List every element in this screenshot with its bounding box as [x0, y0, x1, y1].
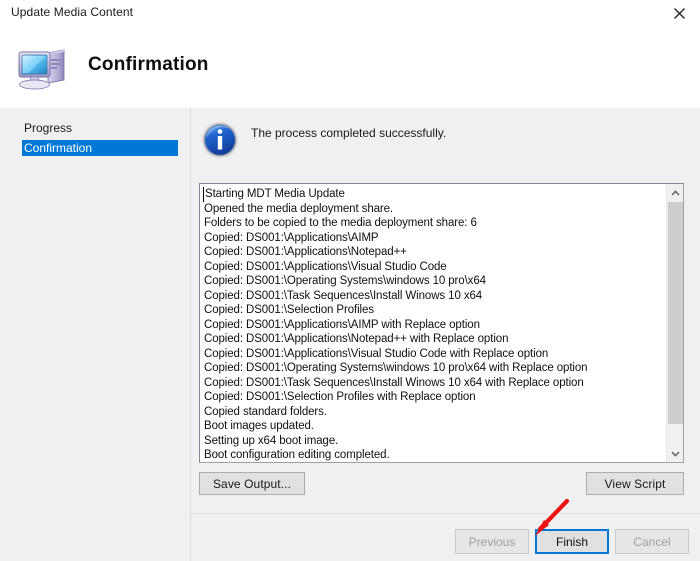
close-icon[interactable]	[658, 0, 700, 27]
previous-label: Previous	[468, 534, 516, 549]
sidebar-item-label: Progress	[24, 121, 73, 135]
save-output-button[interactable]: Save Output...	[199, 472, 305, 495]
chevron-up-icon	[670, 189, 680, 196]
window-title: Update Media Content	[11, 5, 134, 19]
log-line: Copied: DS001:\Selection Profiles	[204, 304, 374, 316]
view-script-button[interactable]: View Script	[586, 472, 684, 495]
save-output-label: Save Output...	[212, 476, 292, 491]
log-line: Copied: DS001:\Applications\AIMP with Re…	[204, 318, 480, 331]
log-line: Copied: DS001:\Applications\Notepad++	[204, 246, 407, 258]
update-media-content-dialog: Update Media Content Confirmation Progre…	[0, 0, 700, 561]
log-line: Boot images updated.	[204, 420, 314, 432]
footer-divider	[191, 513, 700, 514]
log-line: Copied: DS001:\Task Sequences\Install Wi…	[204, 376, 584, 389]
log-line: Copied: DS001:\Operating Systems\windows…	[204, 275, 486, 287]
info-icon	[201, 121, 239, 159]
log-line: Setting up x64 boot image.	[204, 434, 339, 447]
scroll-up-icon[interactable]	[667, 184, 683, 201]
computer-icon	[14, 40, 72, 94]
chevron-down-icon	[670, 450, 680, 457]
log-line: Copied standard folders.	[204, 405, 327, 418]
finish-button[interactable]: Finish	[535, 529, 609, 554]
log-line: Copied: DS001:\Task Sequences\Install Wi…	[204, 289, 483, 302]
log-line: Copied: DS001:\Applications\AIMP	[204, 231, 379, 244]
log-line: Folders to be copied to the media deploy…	[204, 217, 477, 229]
dialog-header: Confirmation	[0, 28, 700, 108]
scroll-down-icon[interactable]	[667, 445, 683, 462]
close-glyph	[673, 8, 685, 19]
log-line: Starting MDT Media Update	[203, 187, 666, 202]
log-line: Copied: DS001:\Applications\Notepad++ wi…	[204, 333, 509, 345]
status-message: The process completed successfully.	[251, 126, 447, 140]
finish-label: Finish	[555, 534, 588, 549]
log-line: Copied: DS001:\Operating Systems\windows…	[204, 362, 588, 374]
log-line: Boot configuration editing completed.	[204, 449, 390, 461]
log-line: Copied: DS001:\Selection Profiles with R…	[204, 391, 476, 403]
output-log-lines: Starting MDT Media Update Opened the medi…	[200, 184, 666, 462]
confirmation-panel: The process completed successfully. Star…	[191, 108, 700, 561]
log-scrollbar[interactable]	[666, 184, 683, 462]
sidebar-item-progress[interactable]: Progress	[22, 120, 178, 136]
page-title: Confirmation	[88, 54, 209, 75]
title-bar: Update Media Content	[0, 0, 700, 28]
previous-button[interactable]: Previous	[455, 529, 529, 554]
cancel-button[interactable]: Cancel	[615, 529, 689, 554]
wizard-step-list: Progress Confirmation	[0, 108, 190, 561]
info-glyph	[202, 122, 238, 158]
log-line: Opened the media deployment share.	[204, 202, 394, 215]
scrollbar-thumb[interactable]	[668, 202, 683, 424]
sidebar-item-confirmation[interactable]: Confirmation	[22, 140, 178, 156]
view-script-label: View Script	[604, 476, 666, 491]
output-log-box[interactable]: Starting MDT Media Update Opened the medi…	[199, 183, 684, 463]
computer-glyph	[18, 49, 65, 90]
dialog-body: Progress Confirmation The process comple…	[0, 108, 700, 561]
sidebar-item-label: Confirmation	[24, 141, 93, 155]
log-line: Copied: DS001:\Applications\Visual Studi…	[204, 347, 549, 360]
log-line: Copied: DS001:\Applications\Visual Studi…	[204, 260, 447, 273]
cancel-label: Cancel	[633, 534, 671, 549]
